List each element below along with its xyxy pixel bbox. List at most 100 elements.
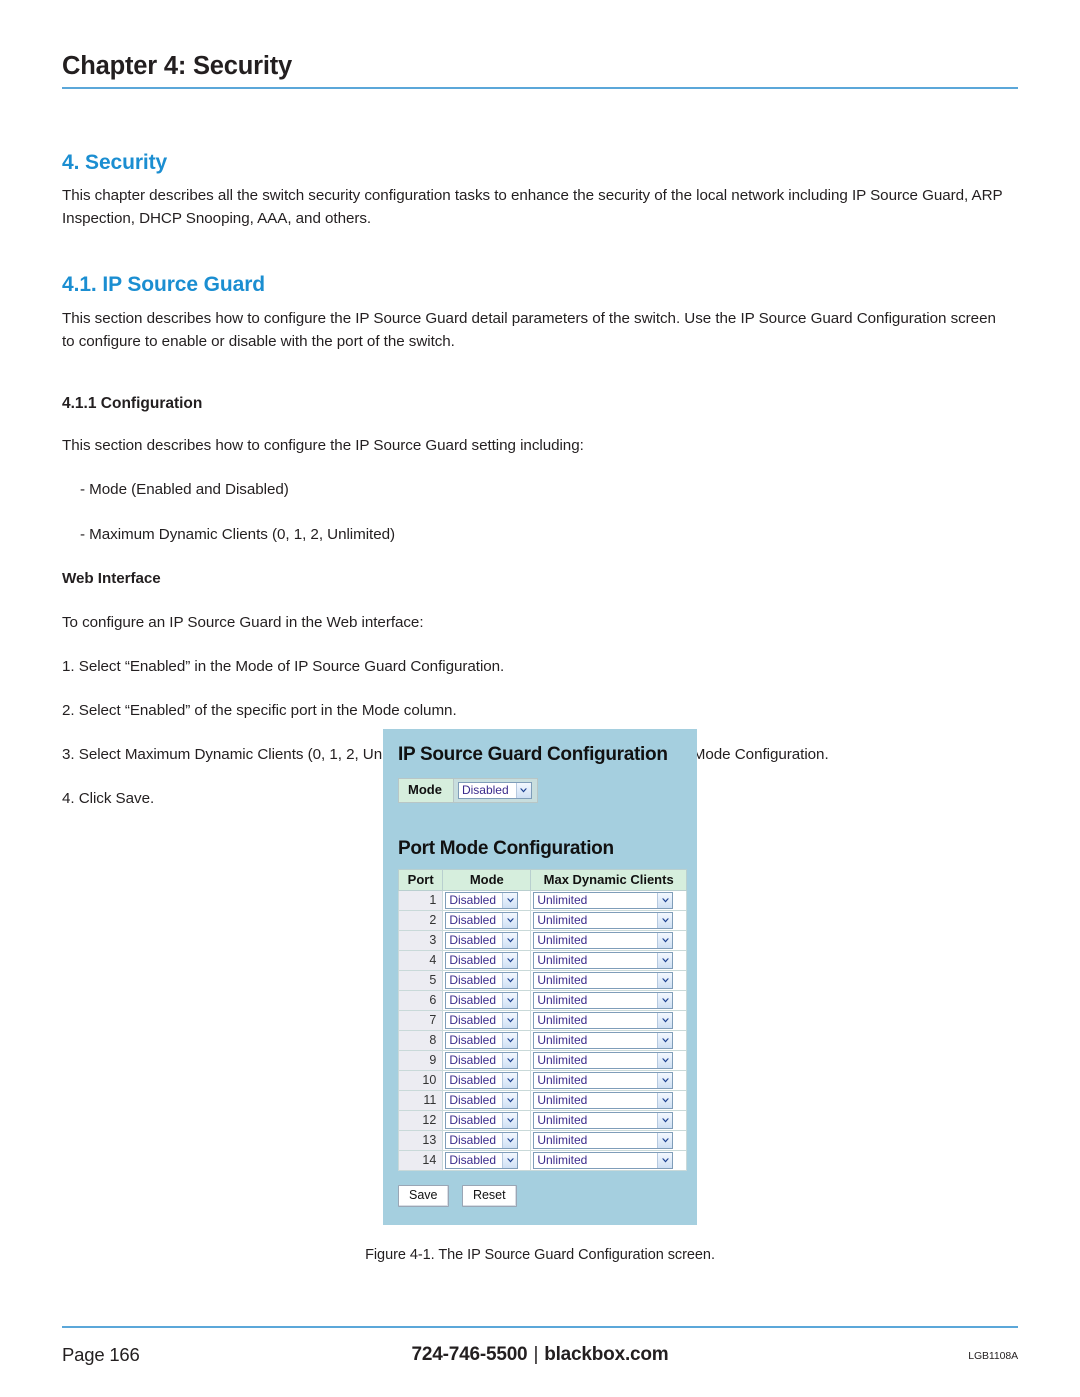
chevron-down-icon <box>502 1073 518 1089</box>
port-number-cell: 5 <box>397 970 444 992</box>
port-mode-select[interactable]: Disabled <box>445 1092 519 1110</box>
chevron-down-icon <box>502 1013 518 1029</box>
port-mode-value: Disabled <box>449 1133 497 1148</box>
max-dynamic-clients-select[interactable]: Unlimited <box>533 1012 674 1030</box>
max-dynamic-clients-value: Unlimited <box>537 1053 588 1068</box>
port-mode-select[interactable]: Disabled <box>445 952 519 970</box>
max-dynamic-clients-value: Unlimited <box>537 1033 588 1048</box>
max-dynamic-clients-cell: Unlimited <box>530 950 687 972</box>
port-number-cell: 13 <box>397 1130 444 1152</box>
max-dynamic-clients-cell: Unlimited <box>530 1150 687 1172</box>
max-dynamic-clients-cell: Unlimited <box>530 910 687 932</box>
max-dynamic-clients-select[interactable]: Unlimited <box>533 1092 674 1110</box>
port-mode-select[interactable]: Disabled <box>445 1132 519 1150</box>
port-mode-select[interactable]: Disabled <box>445 912 519 930</box>
port-number-cell: 7 <box>397 1010 444 1032</box>
max-dynamic-clients-select[interactable]: Unlimited <box>533 972 674 990</box>
table-row: 8 Disabled Unlimited <box>397 1030 687 1052</box>
chevron-down-icon <box>502 913 518 929</box>
port-mode-select[interactable]: Disabled <box>445 1152 519 1170</box>
max-dynamic-clients-select[interactable]: Unlimited <box>533 892 674 910</box>
port-mode-table: Port Mode Max Dynamic Clients 1 Disabled U… <box>397 869 687 1172</box>
port-number-cell: 9 <box>397 1050 444 1072</box>
max-dynamic-clients-cell: Unlimited <box>530 970 687 992</box>
port-mode-cell: Disabled <box>442 990 532 1012</box>
chevron-down-icon <box>502 993 518 1009</box>
table-row: 7 Disabled Unlimited <box>397 1010 687 1032</box>
port-mode-value: Disabled <box>449 893 497 908</box>
max-dynamic-clients-select[interactable]: Unlimited <box>533 1032 674 1050</box>
max-dynamic-clients-select[interactable]: Unlimited <box>533 1052 674 1070</box>
chevron-down-icon <box>657 893 673 909</box>
max-dynamic-clients-select[interactable]: Unlimited <box>533 952 674 970</box>
max-dynamic-clients-cell: Unlimited <box>530 1030 687 1052</box>
port-mode-select[interactable]: Disabled <box>445 932 519 950</box>
chevron-down-icon <box>502 1033 518 1049</box>
table-row: 4 Disabled Unlimited <box>397 950 687 972</box>
chevron-down-icon <box>657 1133 673 1149</box>
port-mode-select[interactable]: Disabled <box>445 1012 519 1030</box>
chapter-title: Chapter 4: Security <box>62 52 293 80</box>
port-mode-select[interactable]: Disabled <box>445 992 519 1010</box>
port-mode-select[interactable]: Disabled <box>445 1112 519 1130</box>
max-dynamic-clients-select[interactable]: Unlimited <box>533 1152 674 1170</box>
action-button-row: Save Reset <box>398 1185 687 1208</box>
port-mode-cell: Disabled <box>442 1030 532 1052</box>
chapter-header: Chapter 4: Security <box>62 52 1018 90</box>
chevron-down-icon <box>502 893 518 909</box>
port-mode-value: Disabled <box>449 953 497 968</box>
max-dynamic-clients-select[interactable]: Unlimited <box>533 1112 674 1130</box>
figure-ip-source-guard: IP Source Guard Configuration Mode Disab… <box>0 729 1080 1263</box>
web-interface-intro-paragraph: To configure an IP Source Guard in the W… <box>62 613 424 631</box>
max-dynamic-clients-value: Unlimited <box>537 933 588 948</box>
column-header-port: Port <box>397 869 444 892</box>
chevron-down-icon <box>657 913 673 929</box>
port-mode-value: Disabled <box>449 933 497 948</box>
section-heading-ip-source-guard: 4.1. IP Source Guard <box>62 273 266 297</box>
port-mode-select[interactable]: Disabled <box>445 1072 519 1090</box>
port-mode-cell: Disabled <box>442 950 532 972</box>
port-mode-cell: Disabled <box>442 1050 532 1072</box>
max-dynamic-clients-value: Unlimited <box>537 1093 588 1108</box>
port-mode-value: Disabled <box>449 993 497 1008</box>
port-mode-select[interactable]: Disabled <box>445 892 519 910</box>
max-dynamic-clients-cell: Unlimited <box>530 930 687 952</box>
max-dynamic-clients-select[interactable]: Unlimited <box>533 992 674 1010</box>
heading-web-interface: Web Interface <box>62 569 161 587</box>
chevron-down-icon <box>657 1153 673 1169</box>
max-dynamic-clients-cell: Unlimited <box>530 1050 687 1072</box>
port-mode-select[interactable]: Disabled <box>445 1052 519 1070</box>
port-mode-select[interactable]: Disabled <box>445 972 519 990</box>
footer-contact: 724-746-5500 | blackbox.com <box>62 1344 1018 1366</box>
step-2: 2. Select “Enabled” of the specific port… <box>62 701 457 719</box>
footer-product-code: LGB1108A <box>968 1350 1018 1362</box>
chevron-down-icon <box>502 933 518 949</box>
max-dynamic-clients-value: Unlimited <box>537 973 588 988</box>
chevron-down-icon <box>502 1093 518 1109</box>
chevron-down-icon <box>657 1093 673 1109</box>
reset-button[interactable]: Reset <box>461 1185 517 1208</box>
page-footer: Page 166 724-746-5500 | blackbox.com LGB11… <box>62 1326 1018 1372</box>
global-mode-select[interactable]: Disabled <box>457 782 532 800</box>
chevron-down-icon <box>657 1073 673 1089</box>
save-button[interactable]: Save <box>398 1185 449 1208</box>
max-dynamic-clients-value: Unlimited <box>537 913 588 928</box>
port-mode-select[interactable]: Disabled <box>445 1032 519 1050</box>
max-dynamic-clients-cell: Unlimited <box>530 1110 687 1132</box>
ip-source-guard-screenshot: IP Source Guard Configuration Mode Disab… <box>383 729 697 1226</box>
section-intro-paragraph: This chapter describes all the switch se… <box>62 187 1003 228</box>
global-mode-row: Mode Disabled <box>398 777 538 804</box>
page-content: 4. Security This chapter describes all t… <box>62 150 1007 810</box>
max-dynamic-clients-select[interactable]: Unlimited <box>533 1072 674 1090</box>
column-header-max-dynamic-clients: Max Dynamic Clients <box>530 869 687 892</box>
table-row: 13 Disabled Unlimited <box>397 1130 687 1152</box>
port-number-cell: 8 <box>397 1030 444 1052</box>
chevron-down-icon <box>657 1053 673 1069</box>
ui-title-port-mode-configuration: Port Mode Configuration <box>398 838 614 860</box>
chevron-down-icon <box>502 1053 518 1069</box>
max-dynamic-clients-select[interactable]: Unlimited <box>533 932 674 950</box>
max-dynamic-clients-select[interactable]: Unlimited <box>533 912 674 930</box>
footer-separator: | <box>533 1344 539 1365</box>
max-dynamic-clients-select[interactable]: Unlimited <box>533 1132 674 1150</box>
port-mode-cell: Disabled <box>442 1010 532 1032</box>
